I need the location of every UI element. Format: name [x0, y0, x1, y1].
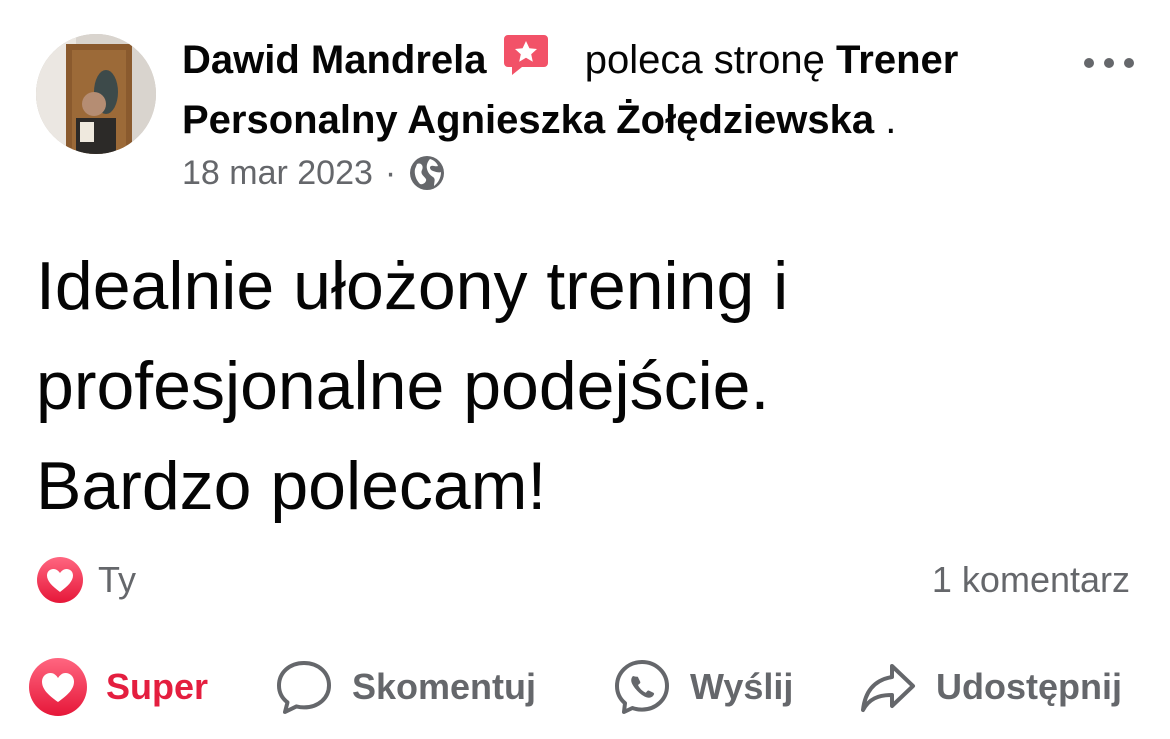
post-date[interactable]: 18 mar 2023	[182, 154, 373, 193]
comment-button[interactable]: Skomentuj	[274, 652, 536, 722]
comment-bubble-icon	[274, 657, 334, 717]
recommend-star-icon	[502, 33, 550, 77]
globe-icon	[408, 154, 446, 192]
send-label: Wyślij	[690, 666, 794, 707]
super-reaction-button[interactable]: Super	[28, 652, 208, 722]
facebook-recommendation-post: Dawid Mandrela poleca stronę Trener Pers…	[0, 0, 1170, 739]
author-avatar[interactable]	[36, 34, 156, 154]
heart-icon	[36, 556, 84, 604]
reactions-who: Ty	[98, 559, 137, 600]
comments-count-link[interactable]: 1 komentarz	[932, 556, 1130, 604]
post-meta: 18 mar 2023 ·	[182, 150, 446, 196]
heart-icon	[28, 657, 88, 717]
meta-separator: ·	[384, 153, 397, 192]
post-text: Idealnie ułożony trening i profesjonalne…	[36, 236, 1116, 536]
reactions-summary[interactable]: Ty	[36, 556, 136, 604]
send-button[interactable]: Wyślij	[612, 652, 793, 722]
share-label: Udostępnij	[936, 666, 1122, 707]
author-name-link[interactable]: Dawid Mandrela	[182, 38, 487, 82]
share-button[interactable]: Udostępnij	[858, 652, 1122, 722]
post-actions-bar: Super Skomentuj Wyślij Udostępnij	[28, 652, 1158, 722]
more-dot	[1104, 58, 1114, 68]
avatar-photo	[36, 34, 156, 154]
recommends-text: poleca stronę	[584, 38, 825, 82]
super-label: Super	[106, 666, 209, 707]
post-header: Dawid Mandrela poleca stronę Trener Pers…	[182, 30, 1062, 150]
post-text-line: Bardzo polecam!	[36, 448, 547, 524]
more-dot	[1084, 58, 1094, 68]
more-options-button[interactable]	[1084, 48, 1134, 78]
share-arrow-icon	[858, 657, 918, 717]
comment-label: Skomentuj	[352, 666, 537, 707]
messenger-icon	[612, 657, 672, 717]
more-dot	[1124, 58, 1134, 68]
post-text-line: Idealnie ułożony trening i	[36, 248, 789, 324]
page-name-suffix: .	[885, 98, 897, 142]
post-text-line: profesjonalne podejście.	[36, 348, 770, 424]
